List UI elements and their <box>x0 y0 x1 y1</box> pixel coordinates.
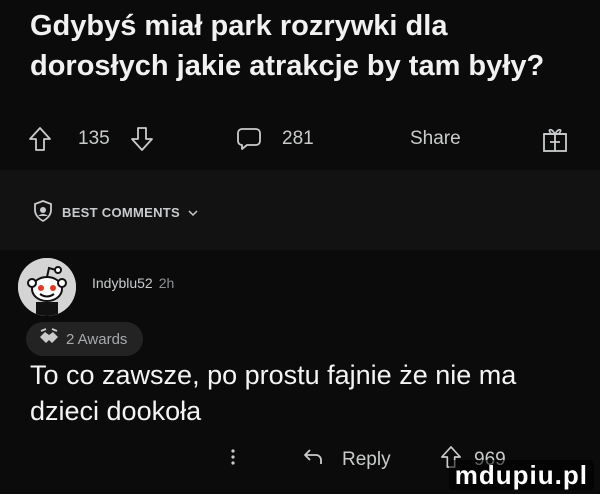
award-handshake-icon <box>38 327 60 351</box>
reply-label: Reply <box>342 449 391 470</box>
vertical-dots-icon <box>230 448 236 472</box>
speech-bubble-icon <box>236 126 262 152</box>
awards-count: 2 Awards <box>66 330 128 348</box>
vote-count: 135 <box>78 128 110 149</box>
comment-author-line: Indyblu52 2h <box>92 275 174 291</box>
reply-button[interactable]: Reply <box>302 440 391 480</box>
comments-count: 281 <box>282 128 314 149</box>
reply-arrow-icon <box>302 447 324 473</box>
arrow-down-icon <box>130 126 154 152</box>
award-button[interactable] <box>542 116 568 162</box>
username[interactable]: Indyblu52 <box>92 275 153 291</box>
watermark-logo: mdupiu.pl <box>448 460 594 490</box>
gift-box-icon <box>542 125 568 153</box>
comment-menu-button[interactable] <box>230 440 236 480</box>
chevron-down-icon <box>188 205 198 220</box>
sort-comments-dropdown[interactable]: BEST COMMENTS <box>32 199 198 226</box>
shield-icon <box>32 199 54 226</box>
awards-badge[interactable]: 2 Awards <box>26 322 144 356</box>
arrow-up-icon <box>28 126 52 152</box>
upvote-button[interactable] <box>28 116 52 162</box>
sort-label: BEST COMMENTS <box>62 205 181 220</box>
comments-button[interactable]: 281 <box>236 116 314 162</box>
post-action-bar: 135 281 Share <box>0 116 600 162</box>
comment-age: 2h <box>158 275 175 291</box>
comment-body: To co zawsze, po prostu fajnie że nie ma… <box>30 360 517 426</box>
downvote-button[interactable] <box>130 116 154 162</box>
avatar[interactable] <box>18 258 76 316</box>
post-title: Gdybyś miał park rozrywki dla dorosłych … <box>30 10 545 82</box>
share-button[interactable]: Share <box>410 116 461 162</box>
